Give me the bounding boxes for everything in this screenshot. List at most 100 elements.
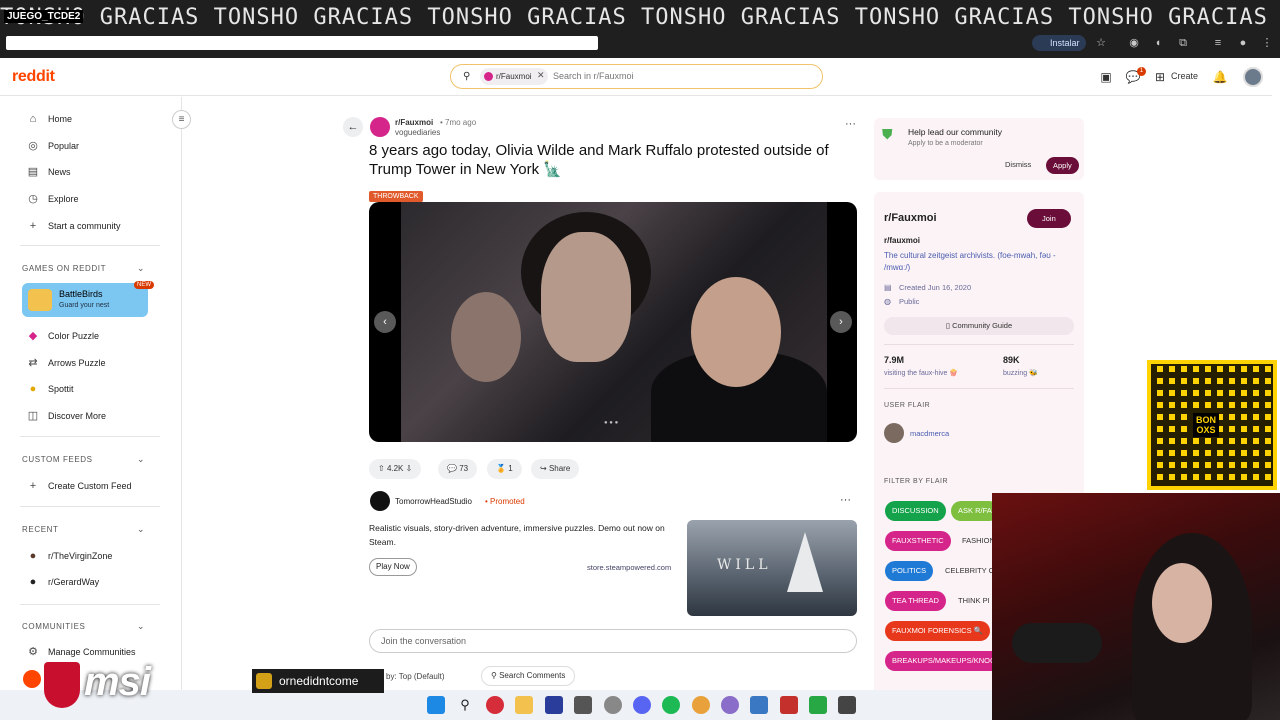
audio-icon[interactable]: ◉ — [1127, 36, 1141, 50]
games-header[interactable]: GAMES ON REDDIT — [22, 264, 106, 273]
recent-item[interactable]: ● r/TheVirginZone — [26, 546, 113, 566]
sidebar-item-home[interactable]: ⌂ Home — [26, 109, 72, 129]
search-icon[interactable]: ⚲ — [456, 696, 474, 714]
promoter-name[interactable]: TomorrowHeadStudio — [395, 497, 472, 506]
chevron-down-icon[interactable]: ⌄ — [137, 454, 145, 465]
carousel-prev-button[interactable]: ‹ — [374, 311, 396, 333]
app-icon[interactable] — [721, 696, 739, 714]
app-icon[interactable] — [604, 696, 622, 714]
game-item[interactable]: ◫ Discover More — [26, 406, 106, 426]
divider — [884, 344, 1074, 345]
user-flair-avatar[interactable] — [884, 423, 904, 443]
promoted-image[interactable]: WILL — [687, 520, 857, 616]
close-icon[interactable]: ✕ — [537, 70, 545, 81]
share-icon: ↪ — [540, 464, 547, 473]
back-button[interactable]: ← — [343, 117, 363, 137]
collapse-sidebar-button[interactable]: ≡ — [172, 110, 191, 129]
flair-chip[interactable]: TEA THREAD — [885, 591, 946, 611]
share-button[interactable]: ↪ Share — [531, 459, 580, 479]
install-button[interactable]: Instalar — [1032, 35, 1086, 51]
award-button[interactable]: 🏅 1 — [487, 459, 522, 479]
more-options-icon[interactable]: ··· — [840, 494, 851, 506]
downvote-icon[interactable]: ⇩ — [406, 464, 413, 473]
ads-icon[interactable]: ▣ — [1098, 69, 1114, 85]
promoted-link[interactable]: store.steampowered.com — [587, 563, 671, 572]
search-comments-button[interactable]: ⚲ Search Comments — [481, 666, 576, 686]
folder-icon[interactable] — [515, 696, 533, 714]
extensions-icon[interactable]: ⧉ — [1176, 36, 1190, 50]
chevron-down-icon[interactable]: ⌄ — [137, 263, 145, 274]
app-icon[interactable] — [838, 696, 856, 714]
post-subreddit[interactable]: r/Fauxmoi — [395, 118, 433, 127]
discord-icon[interactable] — [633, 696, 651, 714]
app-icon[interactable] — [545, 696, 563, 714]
app-icon[interactable] — [780, 696, 798, 714]
sidebar-item-news[interactable]: ▤ News — [26, 162, 71, 182]
globe-icon: ◍ — [884, 297, 891, 306]
app-icon[interactable] — [486, 696, 504, 714]
chevron-down-icon[interactable]: ⌄ — [137, 621, 145, 632]
recent-header[interactable]: RECENT — [22, 525, 59, 534]
chrome-icon[interactable] — [692, 696, 710, 714]
post-author[interactable]: voguediaries — [395, 128, 440, 137]
communities-header[interactable]: COMMUNITIES — [22, 622, 86, 631]
media-image — [401, 202, 827, 442]
mod-card-title: Help lead our community — [908, 127, 1003, 137]
create-custom-feed[interactable]: + Create Custom Feed — [26, 476, 132, 496]
mute-icon[interactable]: ◖ — [1151, 36, 1165, 50]
popular-icon: ◎ — [28, 140, 38, 152]
sidebar-icon[interactable]: ≡ — [1211, 36, 1225, 50]
user-flair-name[interactable]: macdmerca — [910, 429, 949, 438]
flair-chip[interactable]: THINK PI — [951, 591, 997, 611]
flair-chip[interactable]: POLITICS — [885, 561, 934, 581]
new-badge: NEW — [134, 281, 154, 289]
vote-bar[interactable]: ⇧ 4.2K ⇩ — [369, 459, 422, 479]
subreddit-avatar[interactable] — [370, 117, 390, 137]
apply-button[interactable]: Apply — [1046, 157, 1079, 174]
custom-feeds-header[interactable]: CUSTOM FEEDS — [22, 455, 93, 464]
sidebar-item-popular[interactable]: ◎ Popular — [26, 136, 79, 156]
profile-icon[interactable]: ● — [1236, 36, 1250, 50]
more-options-icon[interactable]: ··· — [845, 118, 856, 130]
spotify-icon[interactable] — [662, 696, 680, 714]
promoter-avatar[interactable] — [370, 491, 390, 511]
game-item[interactable]: ⇄ Arrows Puzzle — [26, 353, 105, 373]
star-icon[interactable]: ☆ — [1094, 36, 1108, 50]
post-media[interactable] — [369, 202, 857, 442]
bell-icon[interactable]: 🔔 — [1212, 69, 1228, 85]
post-title: 8 years ago today, Olivia Wilde and Mark… — [369, 142, 829, 178]
app-icon[interactable] — [809, 696, 827, 714]
flair-chip[interactable]: DISCUSSION — [885, 501, 946, 521]
game-item[interactable]: ◆ Color Puzzle — [26, 326, 99, 346]
sort-comments[interactable]: by: Top (Default) — [386, 672, 445, 681]
flair-chip[interactable]: BREAKUPS/MAKEUPS/KNOC — [885, 651, 1003, 671]
flair-chip[interactable]: FAUXSTHETIC — [885, 531, 951, 551]
comment-icon: 💬 — [447, 464, 457, 473]
upvote-icon[interactable]: ⇧ — [378, 464, 385, 473]
game-item[interactable]: ● Spottit — [26, 379, 74, 399]
dismiss-button[interactable]: Dismiss — [1005, 160, 1031, 169]
reddit-logo[interactable]: reddit — [12, 68, 55, 86]
app-icon[interactable] — [750, 696, 768, 714]
play-now-button[interactable]: Play Now — [369, 558, 417, 576]
stream-tag: JUEGO_TCDE2 — [4, 10, 84, 23]
carousel-next-button[interactable]: › — [830, 311, 852, 333]
menu-icon[interactable]: ⋮ — [1260, 36, 1274, 50]
comment-input[interactable]: Join the conversation — [369, 629, 857, 653]
recent-item[interactable]: ● r/GerardWay — [26, 572, 100, 592]
sidebar-item-start-community[interactable]: + Start a community — [26, 216, 121, 236]
comments-button[interactable]: 💬 73 — [438, 459, 478, 479]
manage-communities[interactable]: ⚙ Manage Communities — [26, 642, 135, 662]
post-flair[interactable]: THROWBACK — [369, 191, 423, 202]
community-guide-button[interactable]: ▯ Community Guide — [884, 317, 1074, 335]
chevron-down-icon[interactable]: ⌄ — [137, 524, 145, 535]
url-bar[interactable] — [6, 36, 598, 50]
create-icon[interactable]: ⊞ — [1152, 69, 1168, 85]
create-button[interactable]: Create — [1171, 71, 1198, 81]
sidebar-item-explore[interactable]: ◷ Explore — [26, 189, 78, 209]
user-avatar[interactable] — [1243, 67, 1263, 87]
flair-chip[interactable]: FAUXMOI FORENSICS 🔍 — [885, 621, 991, 641]
join-button[interactable]: Join — [1027, 209, 1071, 228]
app-icon[interactable] — [574, 696, 592, 714]
windows-start-icon[interactable] — [427, 696, 445, 714]
